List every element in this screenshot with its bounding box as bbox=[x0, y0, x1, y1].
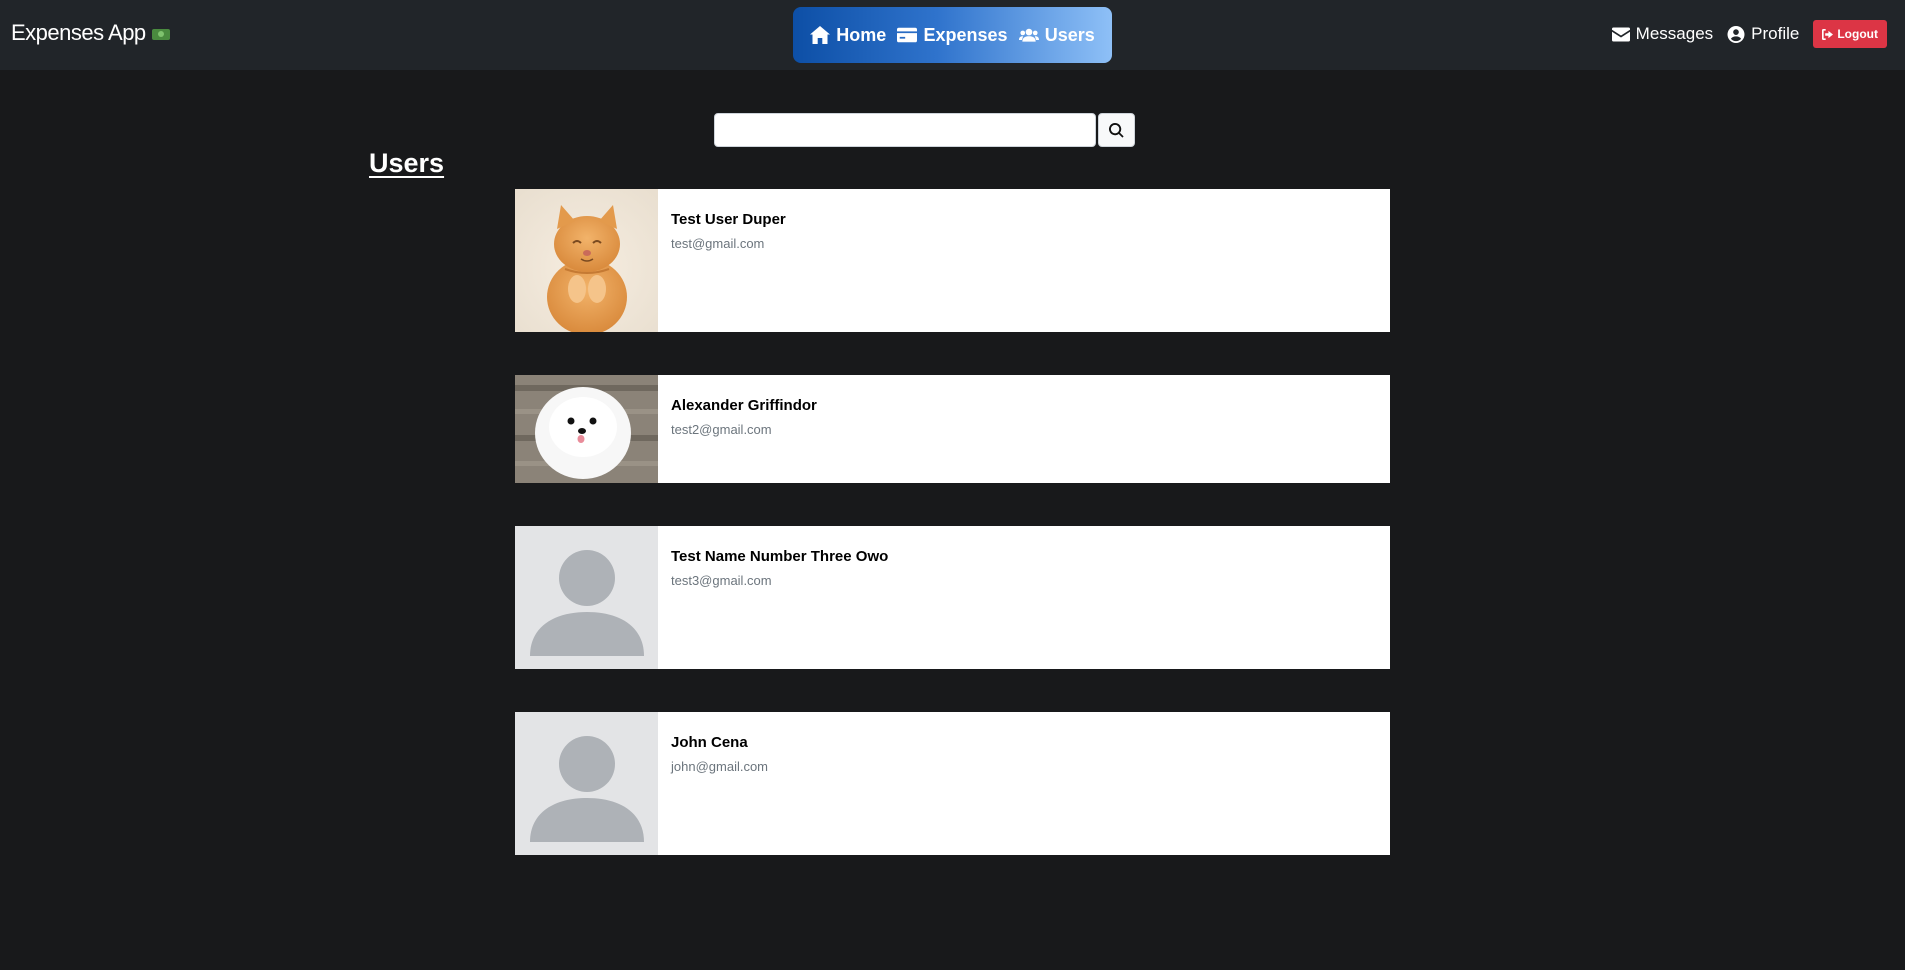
user-name: Test User Duper bbox=[671, 211, 786, 228]
brand-logo[interactable]: Expenses App bbox=[11, 20, 170, 46]
sign-out-icon bbox=[1822, 28, 1834, 40]
profile-link[interactable]: Profile bbox=[1727, 24, 1799, 44]
nav-users-label: Users bbox=[1044, 24, 1095, 45]
user-card-body: Test User Duper test@gmail.com bbox=[658, 189, 799, 332]
nav-expenses-link[interactable]: Expenses bbox=[897, 24, 1008, 46]
user-card-body: John Cena john@gmail.com bbox=[658, 712, 781, 855]
credit-card-icon bbox=[897, 27, 918, 43]
envelope-icon bbox=[1611, 27, 1630, 41]
user-card[interactable]: Test Name Number Three Owo test3@gmail.c… bbox=[515, 526, 1390, 669]
dog-photo-icon bbox=[515, 375, 658, 483]
user-circle-icon bbox=[1727, 25, 1745, 43]
messages-link[interactable]: Messages bbox=[1611, 24, 1714, 44]
user-email: john@gmail.com bbox=[671, 759, 769, 774]
search-input[interactable] bbox=[714, 113, 1096, 147]
account-nav: Messages Profile Logout bbox=[1611, 18, 1887, 50]
search-icon bbox=[1109, 122, 1124, 138]
user-email: test3@gmail.com bbox=[671, 573, 772, 588]
user-card[interactable]: Test User Duper test@gmail.com bbox=[515, 189, 1390, 332]
user-card-body: Test Name Number Three Owo test3@gmail.c… bbox=[658, 526, 901, 669]
user-card-body: Alexander Griffindor test2@gmail.com bbox=[658, 375, 830, 483]
default-avatar-icon bbox=[515, 712, 658, 855]
user-card[interactable]: John Cena john@gmail.com bbox=[515, 712, 1390, 855]
logout-button[interactable]: Logout bbox=[1813, 20, 1887, 48]
logout-label: Logout bbox=[1837, 27, 1878, 41]
default-avatar-icon bbox=[515, 526, 658, 669]
nav-home-link[interactable]: Home bbox=[810, 25, 886, 46]
profile-label: Profile bbox=[1751, 24, 1800, 43]
nav-expenses-label: Expenses bbox=[923, 24, 1008, 45]
user-name: John Cena bbox=[671, 734, 748, 751]
page-title: Users bbox=[369, 148, 445, 178]
home-icon bbox=[810, 26, 831, 44]
nav-home-label: Home bbox=[836, 24, 887, 45]
users-icon bbox=[1018, 28, 1039, 42]
search-button[interactable] bbox=[1098, 113, 1135, 147]
avatar bbox=[515, 375, 658, 483]
messages-label: Messages bbox=[1635, 24, 1714, 43]
avatar bbox=[515, 526, 658, 669]
main-nav: Home Expenses Users bbox=[793, 7, 1112, 63]
user-list: Test User Duper test@gmail.com Alexander… bbox=[515, 189, 1390, 855]
cat-photo-icon bbox=[515, 189, 658, 332]
user-name: Test Name Number Three Owo bbox=[671, 548, 889, 565]
user-email: test2@gmail.com bbox=[671, 422, 772, 437]
user-card[interactable]: Alexander Griffindor test2@gmail.com bbox=[515, 375, 1390, 483]
money-icon bbox=[151, 29, 170, 40]
user-name: Alexander Griffindor bbox=[671, 397, 817, 414]
avatar bbox=[515, 712, 658, 855]
search-bar bbox=[714, 113, 1135, 147]
user-email: test@gmail.com bbox=[671, 236, 765, 251]
brand-title: Expenses App bbox=[11, 20, 146, 45]
nav-users-link[interactable]: Users bbox=[1018, 24, 1095, 46]
top-navbar: Expenses App Home Expenses Users Message… bbox=[0, 0, 1905, 70]
avatar bbox=[515, 189, 658, 332]
